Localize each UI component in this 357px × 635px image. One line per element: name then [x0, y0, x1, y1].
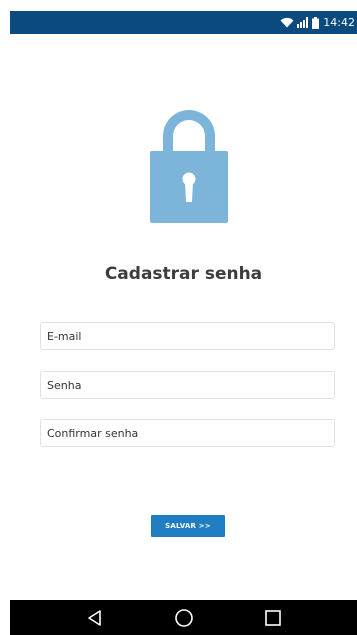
back-icon[interactable]	[80, 603, 110, 633]
navigation-bar	[10, 600, 357, 635]
page-title: Cadastrar senha	[104, 264, 263, 284]
signal-icon	[297, 17, 309, 28]
wifi-icon	[280, 17, 294, 28]
email-field[interactable]	[40, 322, 335, 350]
status-bar: 14:42	[10, 11, 357, 34]
email-input[interactable]	[47, 323, 334, 349]
password-field[interactable]	[40, 371, 335, 399]
confirm-password-field[interactable]	[40, 419, 335, 447]
save-button[interactable]: SALVAR >>	[151, 515, 225, 537]
padlock-icon	[150, 103, 228, 223]
recents-icon[interactable]	[258, 603, 288, 633]
status-time: 14:42	[323, 16, 355, 29]
password-input[interactable]	[47, 372, 334, 398]
register-password-screen: Cadastrar senha SALVAR >>	[10, 34, 357, 600]
home-icon[interactable]	[169, 603, 199, 633]
battery-icon	[312, 16, 320, 29]
confirm-password-input[interactable]	[47, 420, 334, 446]
